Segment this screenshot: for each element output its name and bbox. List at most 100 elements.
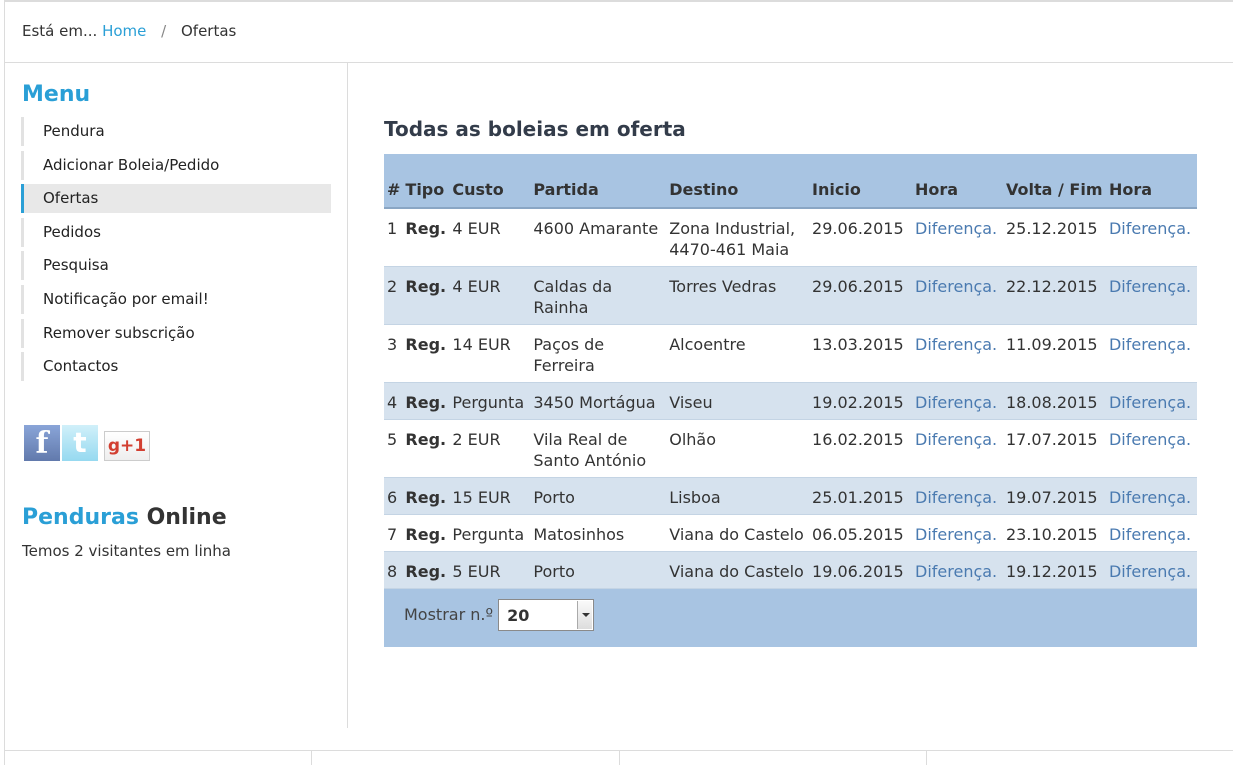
column-header: # [384,154,403,209]
google-plus-button[interactable]: g+1 [104,431,150,461]
row-cost: 14 EUR [449,324,531,383]
row-start-time-link[interactable]: Diferença. [912,208,1003,267]
row-type: Reg. [402,208,450,267]
table-row[interactable]: 2 Reg. 4 EUR Caldas da Rainha Torres Ved… [384,266,1197,325]
row-start-time-link[interactable]: Diferença. [912,514,1003,552]
row-start-time-link[interactable]: Diferença. [912,477,1003,515]
row-origin: Porto [530,551,667,589]
row-return-time-link[interactable]: Diferença. [1105,419,1197,478]
page-size-label: Mostrar n.º [404,605,494,624]
row-destination: Alcoentre [666,324,810,383]
breadcrumb: Está em... Home / Ofertas [22,22,236,40]
online-title-rest: Online [146,505,227,530]
table-row[interactable]: 6 Reg. 15 EUR Porto Lisboa 25.01.2015 Di… [384,477,1197,515]
row-number: 8 [384,551,403,589]
row-return-time-link[interactable]: Diferença. [1105,266,1197,325]
row-type: Reg. [402,551,450,589]
row-destination: Torres Vedras [666,266,810,325]
row-start-time-link[interactable]: Diferença. [912,551,1003,589]
column-header: Inicio [809,154,912,209]
column-header: Hora [912,154,1003,209]
row-destination: Olhão [666,419,810,478]
menu-item-remover[interactable]: Remover subscrição [21,318,331,348]
row-type: Reg. [402,382,450,420]
menu-item-pendura[interactable]: Pendura [21,117,331,146]
row-type: Reg. [402,477,450,515]
page-size-select[interactable]: 20 [498,599,595,631]
row-origin: Matosinhos [530,514,667,552]
row-return-time-link[interactable]: Diferença. [1105,477,1197,515]
table-row[interactable]: 4 Reg. Pergunta 3450 Mortágua Viseu 19.0… [384,382,1197,420]
table-footer: Mostrar n.º 20 [384,588,1197,647]
column-header: Tipo [402,154,450,209]
menu-item-pedidos[interactable]: Pedidos [21,217,331,247]
facebook-icon[interactable]: f [24,425,60,461]
menu-item-notificacao[interactable]: Notificação por email! [21,284,331,314]
row-start-date: 25.01.2015 [809,477,912,515]
row-return-time-link[interactable]: Diferença. [1105,551,1197,589]
row-cost: Pergunta [449,382,531,420]
row-number: 4 [384,382,403,420]
online-title: Penduras Online [22,505,227,530]
row-return-date: 19.07.2015 [1002,477,1106,515]
row-return-time-link[interactable]: Diferença. [1105,514,1197,552]
row-type: Reg. [402,266,450,325]
row-origin: Caldas da Rainha [530,266,667,325]
row-origin: Paços de Ferreira [530,324,667,383]
row-type-label: Reg. [405,430,447,449]
breadcrumb-current: Ofertas [180,22,237,40]
menu-item-contactos[interactable]: Contactos [21,352,331,382]
table-row[interactable]: 8 Reg. 5 EUR Porto Viana do Castelo 19.0… [384,551,1197,589]
row-return-date: 19.12.2015 [1002,551,1106,589]
menu-list: Pendura Adicionar Boleia/Pedido Ofertas … [21,117,331,386]
row-start-time-link[interactable]: Diferença. [912,419,1003,478]
row-number: 7 [384,514,403,552]
column-header: Destino [666,154,810,209]
row-cost: 4 EUR [449,266,531,325]
row-number: 6 [384,477,403,515]
row-number: 5 [384,419,403,478]
menu-item-pesquisa[interactable]: Pesquisa [21,251,331,281]
row-origin: 4600 Amarante [530,208,667,267]
row-return-time-link[interactable]: Diferença. [1105,324,1197,383]
table-row[interactable]: 3 Reg. 14 EUR Paços de Ferreira Alcoentr… [384,324,1197,383]
row-return-date: 22.12.2015 [1002,266,1106,325]
row-number: 3 [384,324,403,383]
row-type-label: Reg. [405,277,447,296]
row-return-time-link[interactable]: Diferença. [1105,208,1197,267]
row-start-date: 16.02.2015 [809,419,912,478]
row-type: Reg. [402,419,450,478]
row-return-time-link[interactable]: Diferença. [1105,382,1197,420]
menu-item-ofertas[interactable]: Ofertas [21,184,331,214]
breadcrumb-prefix: Está em... [22,22,98,40]
row-origin: 3450 Mortágua [530,382,667,420]
breadcrumb-home-link[interactable]: Home [102,22,146,40]
row-start-time-link[interactable]: Diferença. [912,324,1003,383]
online-title-accent: Penduras [22,505,139,530]
row-start-date: 19.06.2015 [809,551,912,589]
twitter-icon[interactable]: t [62,425,98,461]
row-number: 2 [384,266,403,325]
table-row[interactable]: 1 Reg. 4 EUR 4600 Amarante Zona Industri… [384,208,1197,267]
social-buttons: f t g+1 [24,425,150,461]
row-start-date: 06.05.2015 [809,514,912,552]
column-header: Partida [530,154,667,209]
footer-divider [619,751,620,765]
footer-bar [4,750,1233,765]
table-row[interactable]: 5 Reg. 2 EUR Vila Real de Santo António … [384,419,1197,478]
row-cost: 15 EUR [449,477,531,515]
row-destination: Lisboa [666,477,810,515]
row-type: Reg. [402,514,450,552]
row-destination: Viseu [666,382,810,420]
page-size-value: 20 [507,606,530,625]
row-type-label: Reg. [405,488,447,507]
chevron-down-icon[interactable] [577,601,593,629]
row-cost: 5 EUR [449,551,531,589]
column-header: Volta / Fim [1002,154,1106,209]
online-visitors-text: Temos 2 visitantes em linha [22,542,231,560]
menu-item-adicionar[interactable]: Adicionar Boleia/Pedido [21,150,331,180]
row-start-time-link[interactable]: Diferença. [912,382,1003,420]
footer-divider [926,751,927,765]
row-start-time-link[interactable]: Diferença. [912,266,1003,325]
table-row[interactable]: 7 Reg. Pergunta Matosinhos Viana do Cast… [384,514,1197,552]
